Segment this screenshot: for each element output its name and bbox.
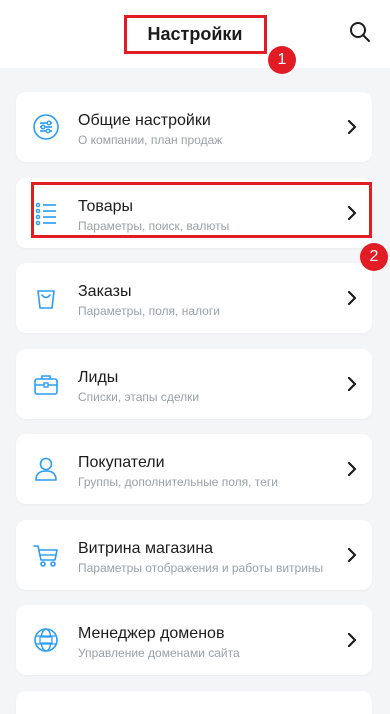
search-button[interactable] (344, 16, 376, 48)
item-title: Лиды (78, 368, 119, 386)
settings-item-orders[interactable]: Заказы Параметры, поля, налоги (16, 263, 372, 333)
globe-icon (34, 628, 58, 652)
item-title: Покупатели (78, 454, 165, 471)
item-title: Менеджер доменов (78, 625, 225, 642)
settings-item-partial[interactable] (16, 690, 372, 714)
briefcase-icon (34, 374, 58, 395)
annotation-badge-2: 2 (360, 243, 388, 271)
shopping-bag-icon (37, 290, 55, 309)
item-title: Заказы (78, 283, 132, 300)
settings-item-general[interactable]: Общие настройки О компании, план продаж (16, 92, 372, 162)
item-title: Общие настройки (78, 112, 211, 129)
item-subtitle: Группы, дополнительные поля, теги (78, 475, 278, 489)
chevron-right-icon (347, 547, 357, 562)
item-subtitle: Управление доменами сайта (78, 646, 240, 660)
item-subtitle: О компании, план продаж (78, 133, 223, 147)
chevron-right-icon (347, 376, 357, 391)
item-title: Витрина магазина (78, 539, 214, 557)
annotation-box-2 (31, 182, 372, 238)
item-subtitle: Списки, этапы сделки (78, 389, 200, 404)
annotation-badge-1: 1 (268, 46, 296, 74)
item-subtitle: Параметры отображения и работы витрины (78, 560, 324, 575)
settings-item-storefront[interactable]: Витрина магазина Параметры отображения и… (16, 519, 372, 590)
item-subtitle: Параметры, поля, налоги (78, 304, 220, 318)
sliders-icon (33, 114, 59, 140)
cart-icon (33, 544, 58, 567)
annotation-box-1 (124, 15, 267, 54)
settings-item-domains[interactable]: Менеджер доменов Управление доменами сай… (16, 605, 372, 675)
chevron-right-icon (347, 290, 357, 306)
search-icon (350, 22, 370, 42)
user-icon (35, 457, 57, 481)
settings-item-customers[interactable]: Покупатели Группы, дополнительные поля, … (16, 434, 372, 504)
settings-item-leads[interactable]: Лиды Списки, этапы сделки (16, 348, 372, 419)
chevron-right-icon (347, 632, 357, 648)
chevron-right-icon (347, 461, 357, 477)
chevron-right-icon (347, 119, 357, 135)
